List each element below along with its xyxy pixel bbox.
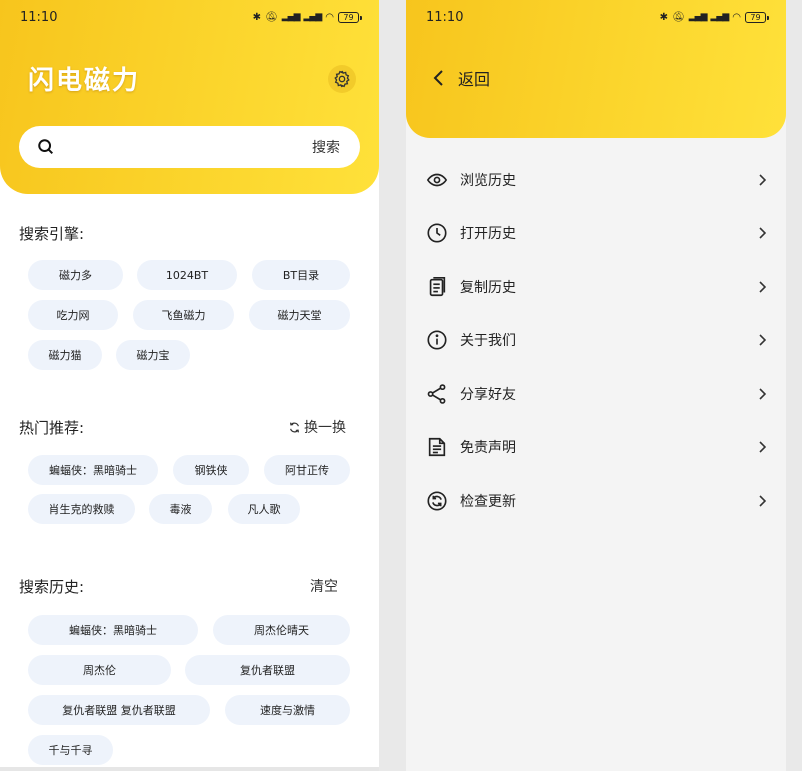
- engine-chip[interactable]: 飞鱼磁力: [133, 300, 234, 330]
- history-chip[interactable]: 周杰伦: [28, 655, 171, 685]
- engines-title: 搜索引擎:: [19, 225, 85, 243]
- history-chip[interactable]: 蝙蝠侠：黑暗骑士: [28, 615, 198, 645]
- hot-chip[interactable]: 钢铁侠: [173, 455, 249, 485]
- clock-icon: [426, 222, 448, 244]
- history-title: 搜索历史:: [19, 578, 85, 596]
- menu-item-label: 浏览历史: [460, 173, 516, 189]
- menu-item-label: 免责声明: [460, 440, 516, 456]
- status-bar: 11:10 ✱ 🔕︎ ▂▄▆ ▂▄▆ ◠ 79: [426, 8, 769, 26]
- hot-chip[interactable]: 毒液: [149, 494, 212, 524]
- status-icons: ✱ 🔕︎ ▂▄▆ ▂▄▆ ◠ 79: [252, 11, 362, 23]
- info-icon: [426, 329, 448, 351]
- menu-item-label: 检查更新: [460, 494, 516, 510]
- back-button[interactable]: 返回: [432, 66, 490, 90]
- chevron-right-icon: [759, 227, 766, 239]
- engine-chip[interactable]: 吃力网: [28, 300, 118, 330]
- wifi-icon: ◠: [325, 11, 334, 23]
- chevron-right-icon: [759, 174, 766, 186]
- menu-item-check-update[interactable]: 检查更新: [406, 481, 786, 521]
- refresh-button[interactable]: 换一换: [288, 417, 346, 437]
- settings-button[interactable]: [328, 65, 356, 93]
- hot-chip[interactable]: 凡人歌: [228, 494, 300, 524]
- menu-item-open-history[interactable]: 打开历史: [406, 213, 786, 253]
- status-time: 11:10: [20, 9, 58, 25]
- chevron-left-icon: [433, 70, 443, 86]
- chevron-right-icon: [759, 495, 766, 507]
- status-icons: ✱ 🔕︎ ▂▄▆ ▂▄▆ ◠ 79: [659, 11, 769, 23]
- mute-icon: 🔕︎: [672, 11, 685, 23]
- refresh-icon: [290, 422, 299, 432]
- engine-chip[interactable]: 磁力天堂: [249, 300, 350, 330]
- gear-icon: [334, 70, 350, 88]
- bluetooth-icon: ✱: [659, 11, 669, 23]
- history-chip[interactable]: 周杰伦晴天: [213, 615, 350, 645]
- bottom-edge: [0, 767, 379, 771]
- engine-chip[interactable]: 磁力多: [28, 260, 123, 290]
- back-label: 返回: [458, 70, 491, 89]
- menu-item-copy-history[interactable]: 复制历史: [406, 267, 786, 307]
- search-input[interactable]: [65, 139, 312, 155]
- refresh-icon: [426, 490, 448, 512]
- menu-item-label: 关于我们: [460, 333, 516, 349]
- copy-icon: [426, 276, 448, 298]
- home-screen: 11:10 ✱ 🔕︎ ▂▄▆ ▂▄▆ ◠ 79 闪电磁力 搜索 搜索引擎: 磁力…: [0, 0, 379, 771]
- chevron-right-icon: [759, 441, 766, 453]
- hot-chip[interactable]: 蝙蝠侠：黑暗骑士: [28, 455, 158, 485]
- menu-item-label: 复制历史: [460, 280, 516, 296]
- engine-chip[interactable]: 1024BT: [137, 260, 237, 290]
- share-icon: [426, 383, 448, 405]
- clear-history-button[interactable]: 清空: [310, 576, 338, 596]
- menu-item-browse-history[interactable]: 浏览历史: [406, 160, 786, 200]
- history-chip[interactable]: 复仇者联盟: [185, 655, 350, 685]
- mute-icon: 🔕︎: [265, 11, 278, 23]
- engine-chip[interactable]: 磁力宝: [116, 340, 190, 370]
- search-bar: 搜索: [19, 126, 360, 168]
- history-chip[interactable]: 速度与激情: [225, 695, 350, 725]
- status-bar: 11:10 ✱ 🔕︎ ▂▄▆ ▂▄▆ ◠ 79: [20, 8, 362, 26]
- battery-icon: 79: [338, 11, 362, 23]
- bluetooth-icon: ✱: [252, 11, 262, 23]
- search-icon: [38, 139, 54, 155]
- chevron-right-icon: [759, 334, 766, 346]
- chevron-right-icon: [759, 281, 766, 293]
- history-chip[interactable]: 千与千寻: [28, 735, 113, 765]
- signal-icon: ▂▄▆: [688, 12, 708, 22]
- document-icon: [426, 436, 448, 458]
- wifi-icon: ◠: [732, 11, 741, 23]
- hot-chip[interactable]: 肖生克的救赎: [28, 494, 135, 524]
- history-chip[interactable]: 复仇者联盟 复仇者联盟: [28, 695, 210, 725]
- signal-icon: ▂▄▆: [710, 12, 730, 22]
- menu-item-label: 打开历史: [460, 226, 516, 242]
- engine-chip[interactable]: BT目录: [252, 260, 350, 290]
- signal-icon: ▂▄▆: [281, 12, 301, 22]
- hot-chip[interactable]: 阿甘正传: [264, 455, 350, 485]
- menu-item-share-friends[interactable]: 分享好友: [406, 374, 786, 414]
- menu-item-about-us[interactable]: 关于我们: [406, 320, 786, 360]
- chevron-right-icon: [759, 388, 766, 400]
- search-button[interactable]: 搜索: [312, 137, 340, 157]
- hot-title: 热门推荐:: [19, 419, 85, 437]
- menu-item-label: 分享好友: [460, 387, 516, 403]
- status-time: 11:10: [426, 9, 464, 25]
- menu-item-disclaimer[interactable]: 免责声明: [406, 427, 786, 467]
- battery-icon: 79: [745, 11, 769, 23]
- eye-icon: [426, 169, 448, 191]
- signal-icon: ▂▄▆: [303, 12, 323, 22]
- engine-chip[interactable]: 磁力猫: [28, 340, 102, 370]
- refresh-label: 换一换: [304, 420, 346, 436]
- app-title: 闪电磁力: [28, 66, 141, 96]
